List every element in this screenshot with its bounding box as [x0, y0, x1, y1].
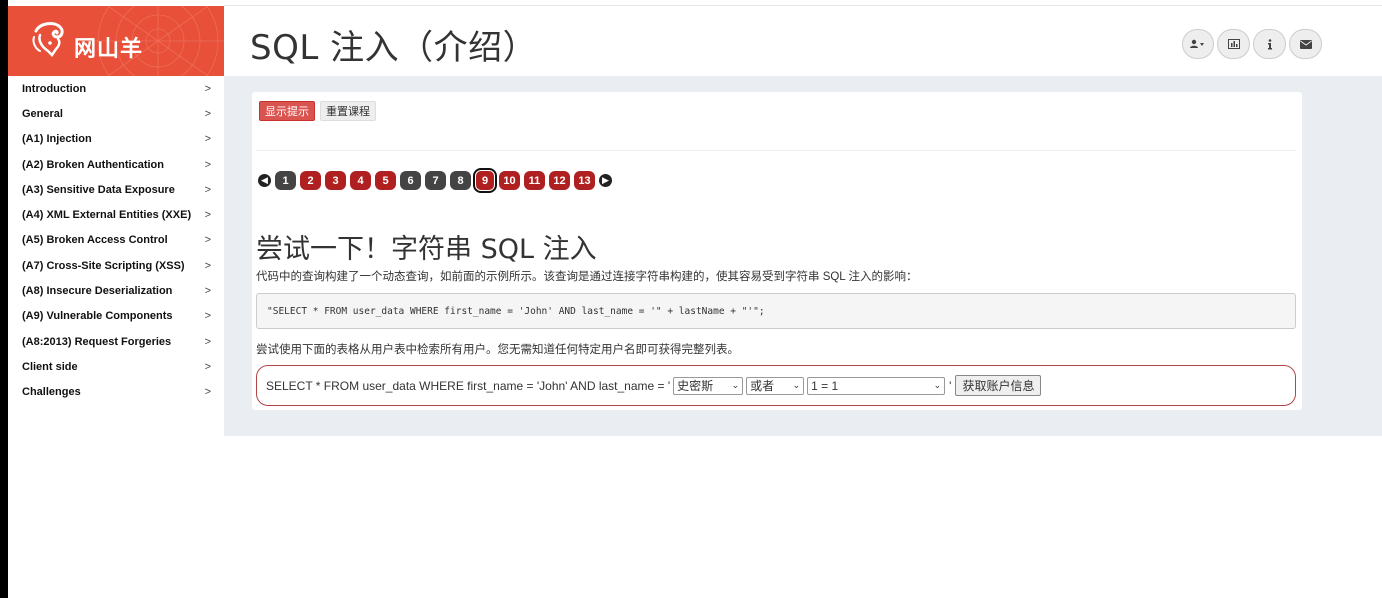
header-toolbar: [1182, 29, 1322, 59]
sidebar-item-challenges[interactable]: Challenges >: [8, 380, 224, 405]
window-edge: [0, 0, 8, 598]
page-link-13[interactable]: 13: [574, 171, 595, 190]
select-value: 史密斯: [677, 379, 714, 393]
page-link-8[interactable]: 8: [450, 171, 471, 190]
sidebar-item-introduction[interactable]: Introduction >: [8, 76, 224, 101]
page-link-6[interactable]: 6: [400, 171, 421, 190]
chevron-right-icon: >: [204, 158, 211, 171]
sidebar-item-client-side[interactable]: Client side >: [8, 354, 224, 379]
user-menu-button[interactable]: [1182, 29, 1214, 59]
top-bar: [224, 0, 1382, 6]
sidebar-item-sensitive-data-exposure[interactable]: (A3) Sensitive Data Exposure >: [8, 177, 224, 202]
report-card-button[interactable]: [1217, 29, 1250, 59]
page-link-10[interactable]: 10: [499, 171, 520, 190]
envelope-icon: [1299, 39, 1312, 49]
reset-lesson-button[interactable]: 重置课程: [320, 101, 376, 121]
sidebar-item-label: (A5) Broken Access Control: [22, 234, 168, 247]
divider: [256, 150, 1296, 151]
sidebar-item-request-forgeries[interactable]: (A8:2013) Request Forgeries >: [8, 329, 224, 354]
sidebar-item-label: (A7) Cross-Site Scripting (XSS): [22, 259, 185, 272]
info-icon: [1267, 38, 1272, 49]
chevron-right-icon: >: [204, 259, 211, 272]
chevron-down-icon: ⌄: [933, 380, 942, 390]
sidebar-item-broken-authentication[interactable]: (A2) Broken Authentication >: [8, 152, 224, 177]
chevron-right-icon: >: [204, 285, 211, 298]
last-name-select[interactable]: 史密斯 ⌄: [673, 376, 744, 395]
chart-icon: [1227, 39, 1240, 49]
page-title: SQL 注入（介绍）: [250, 28, 538, 68]
sidebar-item-label: General: [22, 107, 63, 120]
operator-select[interactable]: 或者 ⌄: [746, 376, 805, 395]
chevron-down-icon: ⌄: [731, 380, 740, 390]
sql-injection-form: SELECT * FROM user_data WHERE first_name…: [256, 365, 1296, 406]
goat-logo-icon: [32, 22, 64, 57]
sidebar-item-xxe[interactable]: (A4) XML External Entities (XXE) >: [8, 202, 224, 227]
chevron-right-icon: >: [204, 82, 211, 95]
query-prefix: SELECT * FROM user_data WHERE first_name…: [266, 378, 671, 393]
page-link-4[interactable]: 4: [350, 171, 371, 190]
chevron-right-icon: >: [204, 107, 211, 120]
about-button[interactable]: [1253, 29, 1286, 59]
chevron-right-icon: >: [204, 310, 211, 323]
next-page-arrow-icon[interactable]: ▶: [599, 174, 612, 187]
sidebar-item-label: Challenges: [22, 386, 81, 399]
condition-select[interactable]: 1 = 1 ⌄: [807, 376, 946, 395]
section-title: 尝试一下！字符串 SQL 注入: [256, 234, 597, 265]
chevron-right-icon: >: [204, 209, 211, 222]
sidebar-item-label: (A8:2013) Request Forgeries: [22, 335, 172, 348]
sidebar-item-label: (A3) Sensitive Data Exposure: [22, 183, 175, 196]
chevron-right-icon: >: [204, 386, 211, 399]
lesson-pagination: ◀ 1 2 3 4 5 6 7 8 9 10 11 12 13 ▶: [258, 168, 612, 193]
sidebar-item-label: (A4) XML External Entities (XXE): [22, 209, 192, 222]
code-block: "SELECT * FROM user_data WHERE first_nam…: [256, 293, 1296, 329]
chevron-right-icon: >: [204, 360, 211, 373]
sidebar-item-label: (A8) Insecure Deserialization: [22, 285, 173, 298]
sidebar-item-xss[interactable]: (A7) Cross-Site Scripting (XSS) >: [8, 253, 224, 278]
sidebar-item-vulnerable-components[interactable]: (A9) Vulnerable Components >: [8, 304, 224, 329]
lesson-instruction: 尝试使用下面的表格从用户表中检索所有用户。您无需知道任何特定用户名即可获得完整列…: [256, 344, 739, 356]
page-link-5[interactable]: 5: [375, 171, 396, 190]
chevron-right-icon: >: [204, 335, 211, 348]
logo-text: 网山羊: [74, 37, 144, 62]
chevron-down-icon: ⌄: [792, 380, 801, 390]
contact-button[interactable]: [1289, 29, 1322, 59]
page-link-12[interactable]: 12: [549, 171, 570, 190]
select-value: 1 = 1: [811, 378, 839, 393]
page-link-7[interactable]: 7: [425, 171, 446, 190]
show-hints-button[interactable]: 显示提示: [259, 101, 315, 121]
page-link-2[interactable]: 2: [300, 171, 321, 190]
sidebar-item-label: (A9) Vulnerable Components: [22, 310, 173, 323]
query-suffix: ': [949, 378, 952, 393]
page-link-11[interactable]: 11: [524, 171, 545, 190]
user-icon: [1190, 39, 1204, 48]
prev-page-arrow-icon[interactable]: ◀: [258, 174, 271, 187]
sidebar-item-label: (A1) Injection: [22, 133, 92, 146]
chevron-right-icon: >: [204, 183, 211, 196]
page-link-1[interactable]: 1: [275, 171, 296, 190]
chevron-right-icon: >: [204, 133, 211, 146]
logo[interactable]: 网山羊: [8, 6, 224, 76]
sidebar-menu: Introduction > General > (A1) Injection > (…: [8, 76, 224, 405]
chevron-right-icon: >: [204, 234, 211, 247]
lesson-description: 代码中的查询构建了一个动态查询，如前面的示例所示。该查询是通过连接字符串构建的，…: [256, 271, 918, 283]
sidebar-item-general[interactable]: General >: [8, 101, 224, 126]
sidebar-item-label: Introduction: [22, 82, 87, 95]
sidebar-item-insecure-deserialization[interactable]: (A8) Insecure Deserialization >: [8, 278, 224, 303]
select-value: 或者: [750, 379, 775, 393]
sidebar-item-broken-access-control[interactable]: (A5) Broken Access Control >: [8, 228, 224, 253]
get-account-info-button[interactable]: 获取账户信息: [955, 375, 1042, 396]
sidebar-item-label: (A2) Broken Authentication: [22, 158, 164, 171]
page-link-9-current[interactable]: 9: [473, 168, 497, 193]
sidebar-item-injection[interactable]: (A1) Injection >: [8, 127, 224, 152]
sidebar-item-label: Client side: [22, 360, 78, 373]
page-link-3[interactable]: 3: [325, 171, 346, 190]
